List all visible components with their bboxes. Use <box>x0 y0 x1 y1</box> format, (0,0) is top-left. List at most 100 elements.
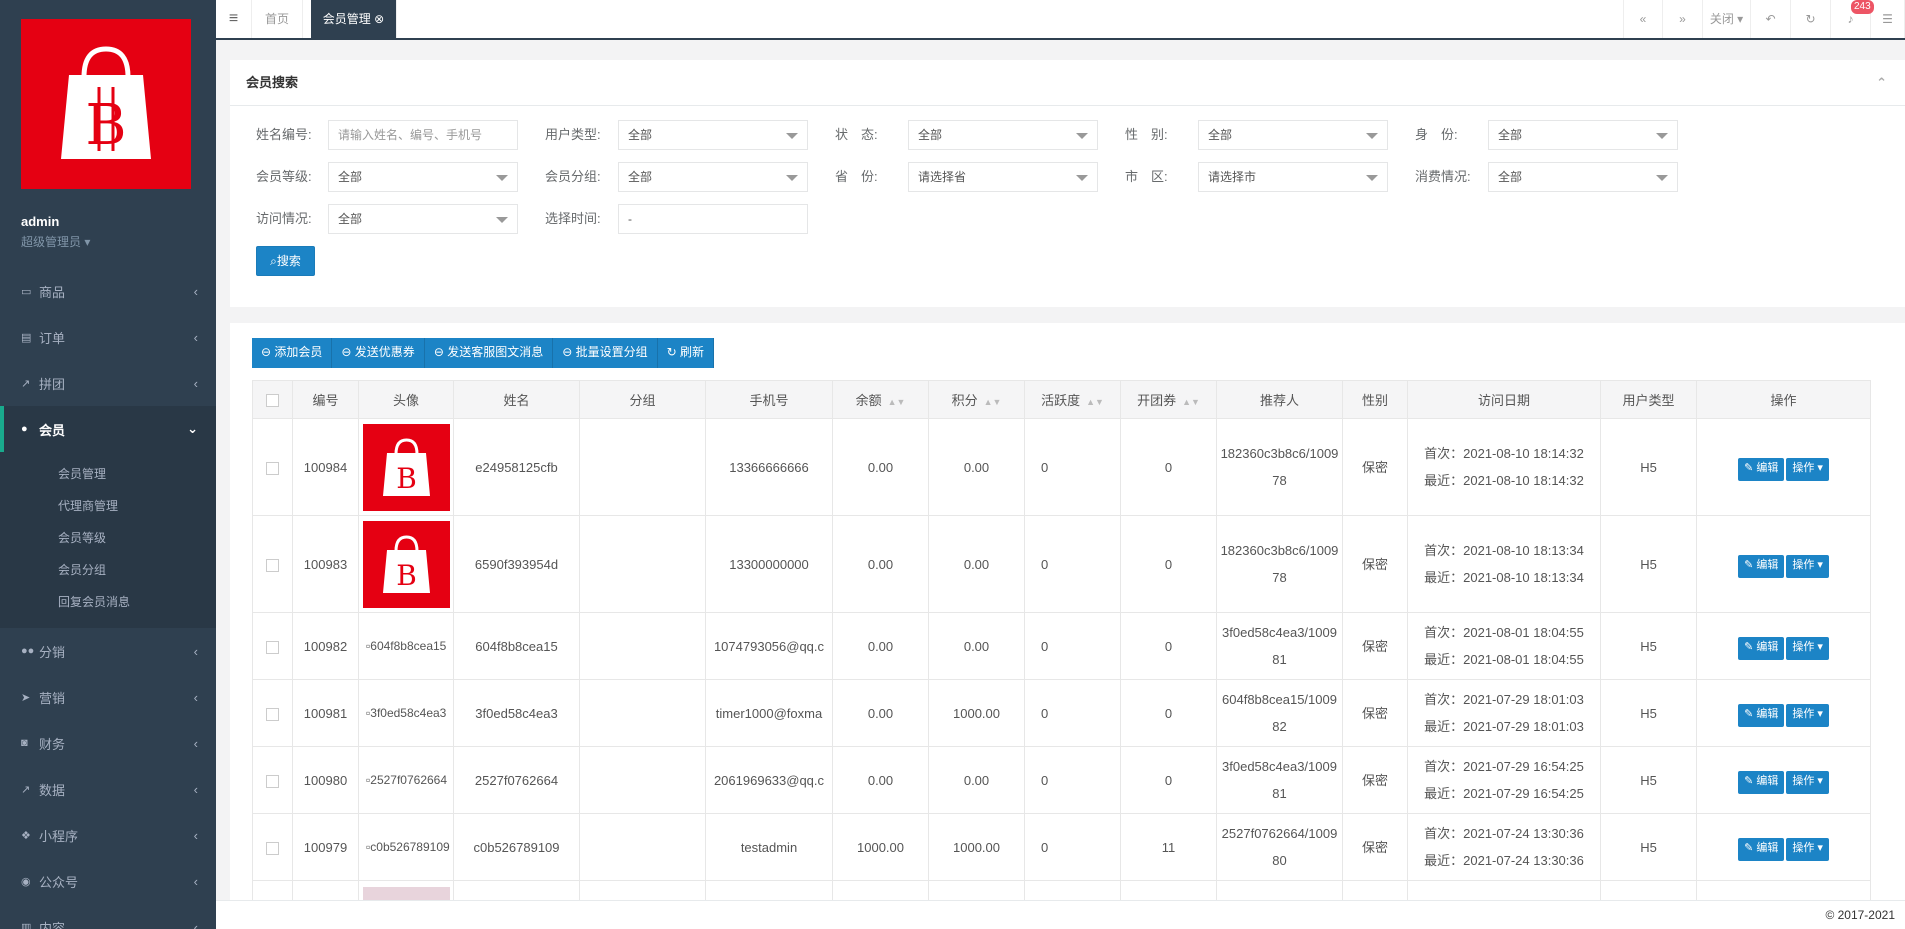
nav-finance[interactable]: ◙ 财务 ‹ <box>0 720 216 766</box>
member-phone: timer1000@foxma <box>705 679 833 747</box>
search-icon: ⌕ <box>270 254 277 268</box>
identity-select[interactable]: 全部 <box>1488 120 1678 150</box>
broken-avatar-image: ▫c0b526789109 <box>366 839 450 854</box>
edit-button[interactable]: ✎ 编辑 <box>1738 771 1785 794</box>
select-all-checkbox[interactable] <box>252 380 293 419</box>
edit-button[interactable]: ✎ 编辑 <box>1738 704 1785 727</box>
sub-member-manage[interactable]: 会员管理 <box>0 458 216 490</box>
chevron-left-icon: ‹ <box>193 283 198 299</box>
col-coupon[interactable]: 开团券 ▲▼ <box>1120 380 1217 419</box>
close-tab-icon[interactable]: ⊗ <box>374 12 384 26</box>
member-group-label: 会员分组: <box>545 169 601 184</box>
member-avatar <box>358 880 454 900</box>
close-menu-dropdown[interactable]: 关闭 ▾ <box>1703 0 1751 38</box>
col-balance[interactable]: 余额 ▲▼ <box>832 380 929 419</box>
tab-home[interactable]: 首页 <box>252 0 303 38</box>
laptop-icon: ▭ <box>21 285 32 298</box>
send-message-button[interactable]: ⊖ 发送客服图文消息 <box>424 338 554 368</box>
col-activity[interactable]: 活跃度 ▲▼ <box>1024 380 1121 419</box>
city-label: 市 区: <box>1125 169 1168 184</box>
menu-toggle-icon[interactable]: ≡ <box>216 0 252 38</box>
footer: © 2017-2021 <box>216 900 1905 929</box>
back-icon[interactable]: ↶ <box>1751 0 1791 38</box>
operation-dropdown[interactable]: 操作 ▾ <box>1786 458 1829 481</box>
edit-button[interactable]: ✎ 编辑 <box>1738 838 1785 861</box>
operation-dropdown[interactable]: 操作 ▾ <box>1786 704 1829 727</box>
row-actions: ✎ 编辑 操作 ▾ <box>1696 612 1871 680</box>
bell-icon[interactable]: ♪ 243 <box>1831 0 1874 38</box>
batch-group-button[interactable]: ⊖ 批量设置分组 <box>553 338 658 368</box>
province-select[interactable]: 请选择省 <box>908 162 1098 192</box>
row-actions: ✎ 编辑 操作 ▾ <box>1696 418 1871 516</box>
status-select[interactable]: 全部 <box>908 120 1098 150</box>
scroll-right-icon[interactable]: » <box>1663 0 1703 38</box>
edit-button[interactable]: ✎ 编辑 <box>1738 637 1785 660</box>
chevron-left-icon: ‹ <box>193 375 198 391</box>
table-cell <box>1342 880 1408 900</box>
visit-select[interactable]: 全部 <box>328 204 518 234</box>
member-level-select[interactable]: 全部 <box>328 162 518 192</box>
refresh-button[interactable]: ↻ 刷新 <box>657 338 715 368</box>
member-name: 6590f393954d <box>453 515 580 613</box>
user-profile[interactable]: admin 超级管理员 ▾ <box>21 214 90 250</box>
sub-member-level[interactable]: 会员等级 <box>0 522 216 554</box>
nav-distribution[interactable]: ●● 分销 ‹ <box>0 628 216 674</box>
consumption-label: 消费情况: <box>1415 169 1471 184</box>
sub-reply-message[interactable]: 回复会员消息 <box>0 586 216 618</box>
nav-group-buy[interactable]: ↗ 拼团 ‹ <box>0 360 216 406</box>
nav-official-account[interactable]: ◉ 公众号 ‹ <box>0 858 216 904</box>
sub-agent-manage[interactable]: 代理商管理 <box>0 490 216 522</box>
gender-select[interactable]: 全部 <box>1198 120 1388 150</box>
member-referrer: 3f0ed58c4ea3/100981 <box>1216 612 1343 680</box>
table-cell <box>1407 880 1601 900</box>
list-icon[interactable]: ☰ <box>1871 0 1905 38</box>
member-group <box>579 813 706 881</box>
status-label: 状 态: <box>835 127 878 142</box>
nav-marketing[interactable]: ➤ 营销 ‹ <box>0 674 216 720</box>
row-actions: ✎ 编辑 操作 ▾ <box>1696 679 1871 747</box>
consumption-select[interactable]: 全部 <box>1488 162 1678 192</box>
refresh-icon[interactable]: ↻ <box>1791 0 1831 38</box>
chevron-left-icon: ‹ <box>193 329 198 345</box>
nav-data[interactable]: ↗ 数据 ‹ <box>0 766 216 812</box>
scroll-left-icon[interactable]: « <box>1623 0 1663 38</box>
nav-orders[interactable]: ▤ 订单 ‹ <box>0 314 216 360</box>
row-checkbox[interactable] <box>252 515 293 613</box>
sort-icon: ▲▼ <box>887 397 906 407</box>
nav-members[interactable]: ● 会员 ⌄ <box>0 406 216 452</box>
member-balance: 1000.00 <box>832 813 929 881</box>
collapse-icon[interactable]: ⌃ <box>1876 60 1887 106</box>
identity-label: 身 份: <box>1415 127 1458 142</box>
name-id-input[interactable]: 请输入姓名、编号、手机号 <box>328 120 518 150</box>
member-avatar: B <box>358 418 454 516</box>
add-member-button[interactable]: ⊖ 添加会员 <box>252 338 333 368</box>
member-phone: testadmin <box>705 813 833 881</box>
send-coupon-button[interactable]: ⊖ 发送优惠券 <box>332 338 425 368</box>
tab-member-manage[interactable]: 会员管理 ⊗ <box>311 0 397 38</box>
operation-dropdown[interactable]: 操作 ▾ <box>1786 555 1829 578</box>
row-checkbox[interactable] <box>252 813 293 881</box>
row-checkbox[interactable] <box>252 679 293 747</box>
table-row <box>252 880 1871 900</box>
row-checkbox[interactable] <box>252 612 293 680</box>
member-group-select[interactable]: 全部 <box>618 162 808 192</box>
user-role[interactable]: 超级管理员 ▾ <box>21 233 90 250</box>
time-range-input[interactable]: - <box>618 204 808 234</box>
operation-dropdown[interactable]: 操作 ▾ <box>1786 637 1829 660</box>
nav-goods[interactable]: ▭ 商品 ‹ <box>0 268 216 314</box>
nav-miniprogram[interactable]: ❖ 小程序 ‹ <box>0 812 216 858</box>
pencil-icon: ✎ <box>1744 775 1754 787</box>
search-button[interactable]: ⌕搜索 <box>256 246 315 276</box>
row-checkbox[interactable] <box>252 746 293 814</box>
operation-dropdown[interactable]: 操作 ▾ <box>1786 838 1829 861</box>
user-type-select[interactable]: 全部 <box>618 120 808 150</box>
edit-button[interactable]: ✎ 编辑 <box>1738 458 1785 481</box>
row-checkbox[interactable] <box>252 418 293 516</box>
col-points[interactable]: 积分 ▲▼ <box>928 380 1025 419</box>
member-user-type: H5 <box>1600 418 1697 516</box>
city-select[interactable]: 请选择市 <box>1198 162 1388 192</box>
edit-button[interactable]: ✎ 编辑 <box>1738 555 1785 578</box>
nav-content[interactable]: ▥ 内容 ‹ <box>0 904 216 929</box>
operation-dropdown[interactable]: 操作 ▾ <box>1786 771 1829 794</box>
sub-member-group[interactable]: 会员分组 <box>0 554 216 586</box>
